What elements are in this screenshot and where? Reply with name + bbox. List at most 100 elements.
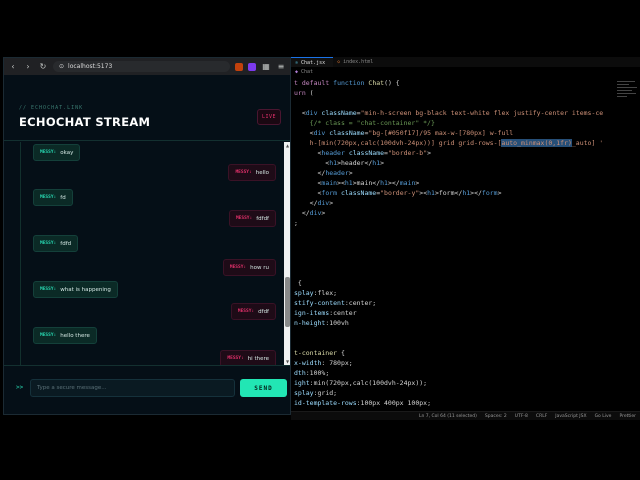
status-language[interactable]: JavaScript JSX bbox=[555, 414, 586, 419]
message-text: hello bbox=[255, 169, 269, 176]
code-line: dth:100%; bbox=[294, 369, 330, 377]
editor-breadcrumb[interactable]: ◆ Chat bbox=[295, 69, 313, 75]
prompt-symbol: >> bbox=[16, 384, 24, 391]
code-line: {/* class = "chat-container" */} bbox=[309, 119, 435, 127]
code-line: <main><h1>main</h1></main> bbox=[294, 179, 420, 187]
incoming-message: MESSY: hello there bbox=[33, 327, 97, 344]
menu-icon[interactable]: ≡ bbox=[276, 62, 286, 72]
minimap-line bbox=[617, 84, 629, 85]
chat-app: // ECHOCHAT.LINK ECHOCHAT STREAM LIVE ME… bbox=[4, 75, 290, 414]
code-line: </div> bbox=[294, 199, 334, 207]
editor-tab-label: index.html bbox=[343, 59, 374, 65]
send-button[interactable]: SEND bbox=[240, 379, 287, 397]
message-sender-tag: MESSY: bbox=[40, 150, 57, 155]
status-encoding[interactable]: UTF-8 bbox=[515, 414, 528, 419]
outgoing-message: MESSY: dfdf bbox=[230, 303, 276, 320]
message-sender-tag: MESSY: bbox=[229, 265, 247, 270]
back-icon[interactable]: ‹ bbox=[8, 62, 18, 72]
status-prettier[interactable]: Prettier bbox=[619, 414, 636, 419]
message-sender-tag: MESSY: bbox=[40, 287, 57, 292]
code-line: </header> bbox=[294, 169, 353, 177]
editor-minimap[interactable] bbox=[615, 67, 640, 167]
outgoing-message: MESSY: fdfdf bbox=[228, 210, 276, 227]
code-line: h-[min(720px,calc(100dvh-24px))] grid gr… bbox=[309, 139, 604, 147]
browser-window: ‹ › ↻ ⊙ localhost:5173 ▦ ≡ // ECHOCHAT.L… bbox=[3, 57, 291, 415]
scroll-thumb[interactable] bbox=[285, 277, 290, 327]
message-input[interactable] bbox=[30, 379, 235, 397]
message-sender-tag: MESSY: bbox=[40, 333, 57, 338]
message-sender-tag: MESSY: bbox=[40, 241, 57, 246]
incoming-message: MESSY: what is happening bbox=[33, 281, 118, 298]
component-icon: ◆ bbox=[295, 69, 299, 75]
code-line: t-container { bbox=[294, 349, 345, 357]
message-text: dfdf bbox=[258, 308, 269, 315]
chat-header: // ECHOCHAT.LINK ECHOCHAT STREAM LIVE bbox=[4, 75, 290, 141]
message-sender-tag: MESSY: bbox=[235, 170, 252, 175]
code-line: ight:min(720px,calc(100dvh-24px)); bbox=[294, 379, 428, 387]
code-line: urn ( bbox=[294, 89, 314, 97]
forward-icon[interactable]: › bbox=[23, 62, 33, 72]
code-line: ign-items:center bbox=[294, 309, 357, 317]
html-file-icon: ◇ bbox=[337, 59, 341, 65]
breadcrumb-label: Chat bbox=[301, 69, 314, 75]
outgoing-message: MESSY: hello bbox=[228, 164, 276, 181]
scroll-down-icon[interactable]: ▼ bbox=[284, 358, 290, 365]
code-line: x-width: 780px; bbox=[294, 359, 353, 367]
brave-shield-icon[interactable] bbox=[235, 62, 243, 71]
message-text: fdfd bbox=[60, 240, 72, 247]
message-text: fd bbox=[60, 194, 66, 201]
editor-tab[interactable]: ⚛ Chat.jsx bbox=[291, 57, 334, 67]
reload-icon[interactable]: ↻ bbox=[38, 62, 48, 72]
code-line: <div className="min-h-screen bg-black te… bbox=[294, 109, 604, 117]
code-line: <header className="border-b"> bbox=[294, 149, 432, 157]
code-line: </div> bbox=[294, 209, 326, 217]
message-text: what is happening bbox=[60, 286, 111, 293]
status-go-live[interactable]: Go Live bbox=[595, 414, 612, 419]
message-scrollbar[interactable]: ▲ ▼ bbox=[284, 142, 290, 365]
message-text: fdfdf bbox=[256, 215, 269, 222]
status-indentation[interactable]: Spaces: 2 bbox=[485, 414, 507, 419]
code-editor: ⚛ Chat.jsx ◇ index.html ◆ Chat t default fu… bbox=[291, 57, 640, 422]
code-line: <h1>header</h1> bbox=[294, 159, 385, 167]
message-sender-tag: MESSY: bbox=[237, 309, 255, 314]
message-list[interactable]: MESSY: okay MESSY: hello MESSY: fd MESSY: fdfdf… bbox=[4, 142, 290, 365]
incoming-message: MESSY: fdfd bbox=[33, 235, 79, 252]
status-cursor-position[interactable]: Ln 7, Col 64 (11 selected) bbox=[419, 414, 477, 419]
browser-toolbar: ‹ › ↻ ⊙ localhost:5173 ▦ ≡ bbox=[4, 58, 290, 75]
incoming-message: MESSY: okay bbox=[33, 144, 81, 161]
code-line: ; bbox=[294, 219, 298, 227]
minimap-line bbox=[617, 81, 635, 82]
message-text: hi there bbox=[247, 355, 269, 362]
message-text: okay bbox=[60, 149, 74, 156]
address-url: localhost:5173 bbox=[68, 63, 113, 70]
site-info-icon[interactable]: ⊙ bbox=[59, 63, 64, 70]
outgoing-message: MESSY: how ru bbox=[222, 259, 276, 276]
status-eol[interactable]: CRLF bbox=[536, 414, 547, 419]
chat-title: ECHOCHAT STREAM bbox=[19, 115, 151, 129]
incoming-message: MESSY: fd bbox=[33, 189, 73, 206]
code-line: <div className="bg-[#050f17]/95 max-w-[7… bbox=[294, 129, 514, 137]
address-bar[interactable]: ⊙ localhost:5173 bbox=[53, 61, 230, 72]
message-sender-tag: MESSY: bbox=[40, 195, 57, 200]
code-line: stify-content:center; bbox=[294, 299, 377, 307]
editor-tab[interactable]: ◇ index.html bbox=[333, 57, 381, 67]
minimap-line bbox=[617, 96, 627, 97]
react-file-icon: ⚛ bbox=[295, 59, 299, 66]
message-rail bbox=[20, 142, 21, 365]
live-badge: LIVE bbox=[257, 109, 281, 125]
code-line: <form className="border-y"><h1>form</h1>… bbox=[294, 189, 502, 197]
message-sender-tag: MESSY: bbox=[227, 356, 244, 361]
message-text: hello there bbox=[60, 332, 90, 339]
minimap-line bbox=[617, 93, 636, 94]
scroll-up-icon[interactable]: ▲ bbox=[284, 142, 290, 149]
editor-tab-label: Chat.jsx bbox=[301, 59, 326, 66]
message-composer: >> SEND bbox=[4, 365, 290, 414]
code-line: t default function Chat() { bbox=[294, 79, 400, 87]
minimap-line bbox=[617, 87, 637, 88]
outgoing-message: MESSY: hi there bbox=[220, 350, 276, 365]
code-line: splay:grid; bbox=[294, 389, 338, 397]
rewards-icon[interactable] bbox=[248, 62, 256, 71]
extensions-icon[interactable]: ▦ bbox=[261, 62, 271, 72]
code-line: n-height:100vh bbox=[294, 319, 349, 327]
code-line: { bbox=[294, 279, 302, 287]
